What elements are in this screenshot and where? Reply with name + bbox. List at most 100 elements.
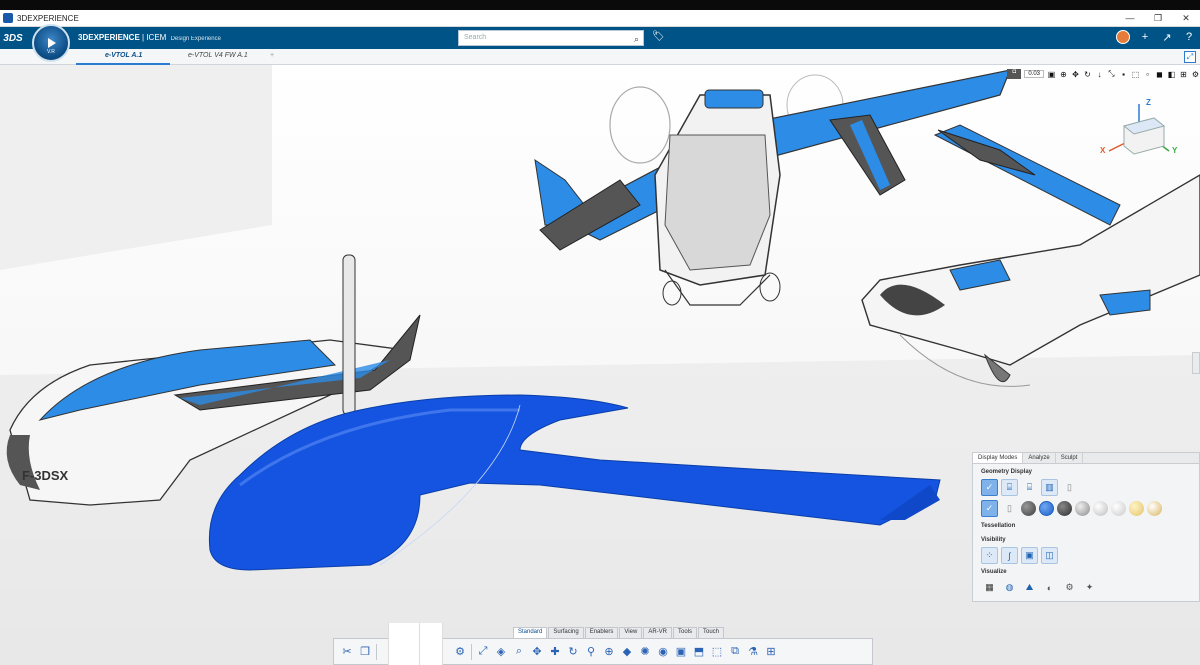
screen-top-bezel xyxy=(0,0,1200,10)
move-icon[interactable]: ✚ xyxy=(548,645,562,658)
search-input[interactable]: Search ⌕ xyxy=(458,30,644,46)
capture-icon[interactable]: ⬒ xyxy=(692,645,706,658)
visualize-grid-icon[interactable]: ▦ xyxy=(981,579,998,596)
visibility-sections-icon[interactable]: ◫ xyxy=(1041,547,1058,564)
shade-icon[interactable]: ◧ xyxy=(1167,70,1176,79)
tab-display-modes[interactable]: Display Modes xyxy=(973,453,1024,463)
target-icon[interactable]: ⊕ xyxy=(1059,70,1068,79)
settings-icon[interactable]: ⚙ xyxy=(1191,70,1200,79)
shape-grey-icon[interactable]: ▯ xyxy=(1001,500,1018,517)
check-icon[interactable]: ✓ xyxy=(981,479,998,496)
tab-evtol-a1[interactable]: e-VTOL A.1 xyxy=(105,52,142,59)
cylinder-grey-icon[interactable]: ▯ xyxy=(1061,479,1078,496)
magnify-icon[interactable]: ⚲ xyxy=(584,645,598,658)
zoom-icon[interactable]: ⌕ xyxy=(512,645,526,658)
move-icon[interactable]: ✥ xyxy=(1071,70,1080,79)
app-icon xyxy=(3,13,13,23)
lock-icon[interactable]: ▣ xyxy=(1047,70,1056,79)
rotate-icon[interactable]: ↻ xyxy=(1083,70,1092,79)
axis-y-label: Y xyxy=(1172,146,1178,155)
pan-icon[interactable]: ✥ xyxy=(530,645,544,658)
geometry-row-2: ✓ ▯ xyxy=(981,500,1162,517)
down-arrow-icon[interactable]: ↓ xyxy=(1095,70,1104,79)
fit-icon[interactable]: ⤡ xyxy=(1107,69,1116,79)
filter-icon[interactable]: ⚗ xyxy=(746,645,760,658)
close-button[interactable]: ✕ xyxy=(1172,13,1200,24)
tessellation-heading[interactable]: Tessellation xyxy=(981,523,1015,529)
copy-icon[interactable]: ❐ xyxy=(358,645,372,658)
view-box-icon[interactable]: ⬚ xyxy=(1131,70,1140,79)
look-at-icon[interactable]: ⊕ xyxy=(602,645,616,658)
navigation-cube[interactable]: Z X Y xyxy=(1094,96,1184,166)
select-icon[interactable]: ⬚ xyxy=(710,645,724,658)
window-title: 3DEXPERIENCE xyxy=(17,13,79,23)
view-front-icon[interactable]: ▪ xyxy=(1119,70,1128,79)
view-top-icon[interactable]: ▫ xyxy=(1143,70,1152,79)
tab-evtol-v4-fw-a1[interactable]: e-VTOL V4 FW A.1 xyxy=(188,52,248,59)
visualize-sphere-icon[interactable]: ◍ xyxy=(1001,579,1018,596)
material-ball-icon[interactable] xyxy=(1075,501,1090,516)
cylinder-outline-icon[interactable]: ⌸ xyxy=(1021,479,1038,496)
display-icon[interactable]: ▣ xyxy=(674,645,688,658)
visualize-scene-icon[interactable]: ⛰ xyxy=(1021,579,1038,596)
iso-view-icon[interactable]: ◆ xyxy=(620,645,634,658)
avatar[interactable] xyxy=(1116,30,1130,44)
tab-analyze[interactable]: Analyze xyxy=(1023,453,1056,463)
grid-icon[interactable]: ⊞ xyxy=(1179,70,1188,79)
tab-touch[interactable]: Touch xyxy=(698,627,725,638)
ds-logo-icon[interactable]: 3DS xyxy=(0,27,26,49)
minimize-button[interactable]: — xyxy=(1116,13,1144,24)
tab-sculpt[interactable]: Sculpt xyxy=(1056,453,1084,463)
zoom-value[interactable]: 0.03 xyxy=(1024,70,1044,78)
cylinder-icon[interactable]: ⌸ xyxy=(1001,479,1018,496)
compass-button[interactable]: V.R xyxy=(32,24,70,62)
tag-icon[interactable]: 🏷 xyxy=(652,31,665,42)
render-icon[interactable]: ✺ xyxy=(638,645,652,658)
material-ball-icon[interactable] xyxy=(1111,501,1126,516)
app-brand: 3DEXPERIENCE | ICEM Design Experience xyxy=(78,33,221,42)
camera-icon[interactable]: ◘ xyxy=(1007,69,1022,79)
visibility-heading: Visibility xyxy=(981,537,1006,543)
tab-enablers[interactable]: Enablers xyxy=(584,627,619,638)
search-placeholder: Search xyxy=(464,34,487,41)
tab-tools[interactable]: Tools xyxy=(672,627,697,638)
search-icon[interactable]: ⌕ xyxy=(634,32,639,46)
material-ball-icon[interactable] xyxy=(1093,501,1108,516)
add-tab-icon[interactable]: + xyxy=(270,52,274,59)
tab-standard[interactable]: Standard xyxy=(513,627,548,638)
check-icon[interactable]: ✓ xyxy=(981,500,998,517)
help-icon[interactable]: ? xyxy=(1182,31,1196,43)
toolbar-overlay-block xyxy=(388,623,443,665)
expand-icon[interactable]: ⤢ xyxy=(1184,51,1196,63)
visualize-settings-icon[interactable]: ⚙ xyxy=(1061,579,1078,596)
share-icon[interactable]: ↗ xyxy=(1160,31,1174,44)
fit-all-icon[interactable]: ⤢ xyxy=(476,645,490,658)
visibility-surfaces-icon[interactable]: ▣ xyxy=(1021,547,1038,564)
gear-icon[interactable]: ⚙ xyxy=(453,645,467,658)
visibility-points-icon[interactable]: ⁘ xyxy=(981,547,998,564)
add-icon[interactable]: + xyxy=(1138,31,1152,43)
visibility-curves-icon[interactable]: ∫ xyxy=(1001,547,1018,564)
cube-icon[interactable]: ◼ xyxy=(1155,70,1164,79)
visualize-tools-icon[interactable]: ✦ xyxy=(1081,579,1098,596)
visualize-lens-icon[interactable]: ◐ xyxy=(1041,579,1058,596)
material-ball-icon[interactable] xyxy=(1147,501,1162,516)
cylinder-filled-icon[interactable]: ▥ xyxy=(1041,479,1058,496)
tab-ar-vr[interactable]: AR-VR xyxy=(643,627,672,638)
geometry-row-1: ✓ ⌸ ⌸ ▥ ▯ xyxy=(981,479,1078,496)
material-ball-icon[interactable] xyxy=(1129,501,1144,516)
material-ball-icon[interactable] xyxy=(1057,501,1072,516)
cut-icon[interactable]: ✂ xyxy=(340,645,354,658)
tab-view[interactable]: View xyxy=(619,627,643,638)
globe-icon[interactable]: ◉ xyxy=(656,645,670,658)
side-panel-handle[interactable] xyxy=(1192,352,1200,374)
grid-icon[interactable]: ⊞ xyxy=(764,645,778,658)
cube-view-icon[interactable]: ◈ xyxy=(494,645,508,658)
material-ball-icon[interactable] xyxy=(1021,501,1036,516)
layer-icon[interactable]: ⧉ xyxy=(728,645,742,658)
rotate-icon[interactable]: ↻ xyxy=(566,645,580,658)
document-tabbar: e-VTOL A.1 e-VTOL V4 FW A.1 + ⤢ xyxy=(0,49,1200,65)
tab-surfacing[interactable]: Surfacing xyxy=(548,627,584,638)
material-ball-icon[interactable] xyxy=(1039,501,1054,516)
maximize-button[interactable]: ❐ xyxy=(1144,13,1172,24)
